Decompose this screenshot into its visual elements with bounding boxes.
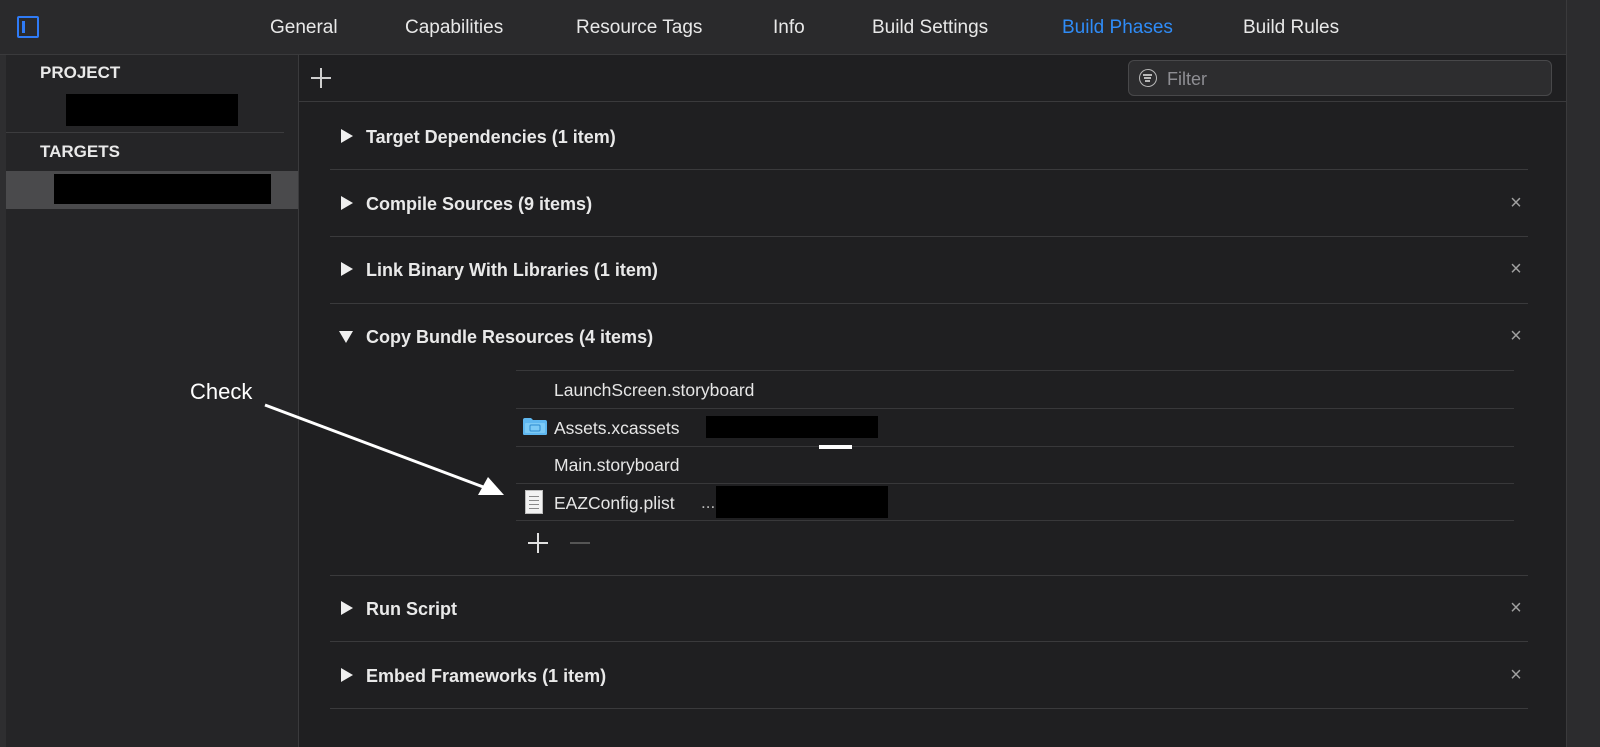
project-header: PROJECT: [40, 63, 121, 82]
plist-file-icon: [525, 490, 543, 514]
redacted-path: [716, 486, 888, 518]
phase-run-script[interactable]: Run Script: [366, 599, 457, 620]
remove-file-button[interactable]: [570, 542, 590, 544]
disclosure-triangle-collapsed-icon[interactable]: [341, 601, 353, 615]
annotation-arrow-icon: [264, 403, 504, 495]
phase-separator: [330, 169, 1528, 170]
disclosure-triangle-collapsed-icon[interactable]: [341, 668, 353, 682]
file-name-main-storyboard: Main.storyboard: [554, 455, 680, 475]
targets-header: TARGETS: [40, 142, 120, 161]
disclosure-triangle-collapsed-icon[interactable]: [341, 196, 353, 210]
annotation-label: Check: [190, 379, 253, 404]
phase-separator: [330, 575, 1528, 576]
tab-resource-tags[interactable]: Resource Tags: [576, 17, 702, 39]
tab-general[interactable]: General: [270, 17, 338, 39]
tab-capabilities[interactable]: Capabilities: [405, 17, 503, 39]
phase-target-dependencies[interactable]: Target Dependencies (1 item): [366, 127, 616, 148]
sidebar-gutter: [0, 55, 6, 747]
add-file-button[interactable]: [527, 532, 549, 554]
file-name-launchscreen: LaunchScreen.storyboard: [554, 380, 755, 400]
filter-input[interactable]: [1165, 65, 1539, 93]
tab-info[interactable]: Info: [773, 17, 805, 39]
phase-separator: [330, 708, 1528, 709]
phase-copy-bundle-resources[interactable]: Copy Bundle Resources (4 items): [366, 327, 653, 348]
project-item-redacted[interactable]: [66, 94, 238, 126]
folder-icon: [523, 418, 547, 435]
phase-separator: [330, 641, 1528, 642]
tab-build-rules[interactable]: Build Rules: [1243, 17, 1339, 39]
disclosure-triangle-collapsed-icon[interactable]: [341, 129, 353, 143]
remove-phase-close-icon[interactable]: ×: [1507, 259, 1525, 279]
file-path-ellipsis: ...: [701, 493, 716, 512]
sidebar-toggle-icon[interactable]: [17, 16, 39, 38]
remove-phase-close-icon[interactable]: ×: [1507, 665, 1525, 685]
target-name-redacted: [54, 174, 271, 204]
phase-compile-sources[interactable]: Compile Sources (9 items): [366, 194, 592, 215]
phase-link-binary[interactable]: Link Binary With Libraries (1 item): [366, 260, 658, 281]
disclosure-triangle-collapsed-icon[interactable]: [341, 262, 353, 276]
tab-build-settings[interactable]: Build Settings: [872, 17, 988, 39]
disclosure-triangle-expanded-icon[interactable]: [339, 331, 353, 343]
filter-icon: [1139, 69, 1157, 87]
remove-phase-close-icon[interactable]: ×: [1507, 326, 1525, 346]
file-name-assets: Assets.xcassets: [554, 418, 680, 438]
remove-phase-close-icon[interactable]: ×: [1507, 598, 1525, 618]
add-build-phase-button[interactable]: [309, 66, 333, 90]
tab-build-phases[interactable]: Build Phases: [1062, 17, 1173, 39]
file-name-eazconfig: EAZConfig.plist: [554, 493, 675, 513]
phase-embed-frameworks[interactable]: Embed Frameworks (1 item): [366, 666, 606, 687]
phase-separator: [330, 236, 1528, 237]
inspector-edge: [1566, 0, 1600, 747]
remove-phase-close-icon[interactable]: ×: [1507, 193, 1525, 213]
redacted-path: [706, 416, 878, 438]
sidebar-divider: [6, 132, 284, 133]
phase-separator: [330, 303, 1528, 304]
filter-field[interactable]: [1128, 60, 1552, 96]
